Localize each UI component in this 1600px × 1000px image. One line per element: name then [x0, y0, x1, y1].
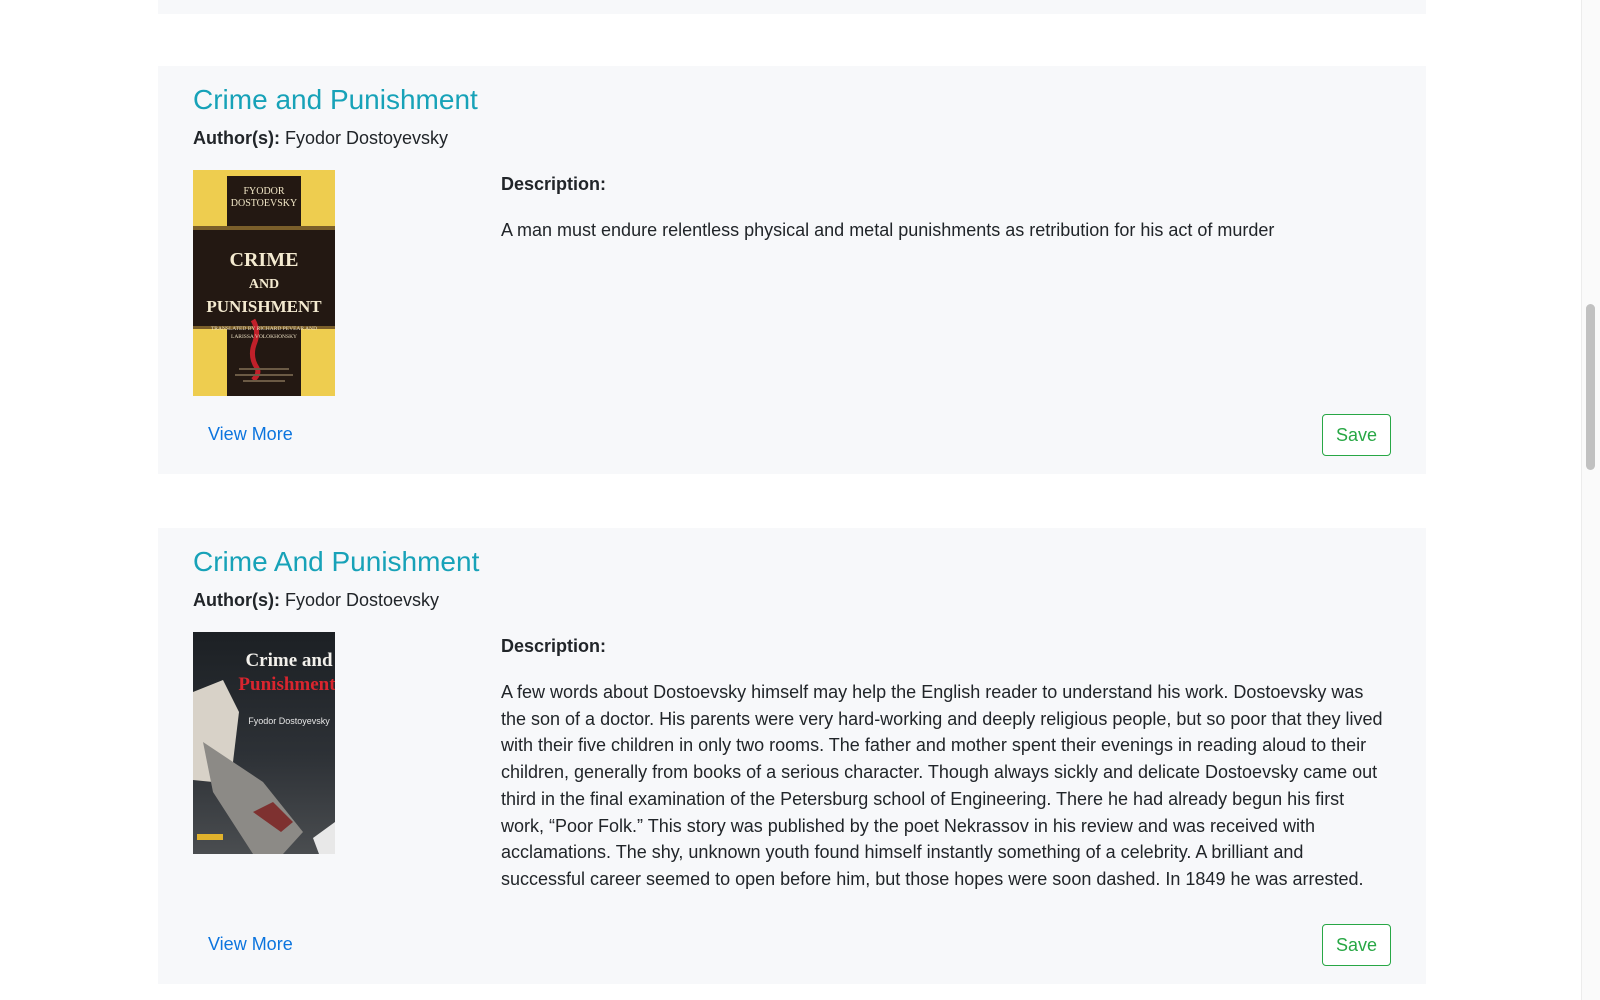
author-label: Author(s): — [193, 128, 280, 148]
description-block: Description: A man must endure relentles… — [501, 170, 1383, 244]
cover-credit-text: LARISSA VOLOKHONSKY — [231, 334, 297, 340]
description-label: Description: — [501, 174, 607, 194]
scrollbar-thumb[interactable] — [1586, 304, 1595, 470]
cover-credit-text: TRANSLATED BY RICHARD PEVEAR AND — [211, 326, 317, 332]
view-more-link[interactable]: View More — [208, 424, 293, 445]
book-title: Crime and Punishment — [193, 84, 478, 115]
cover-author-text: Fyodor Dostoyevsky — [248, 716, 330, 726]
cover-author-text: FYODOR — [243, 186, 284, 197]
book-cover-image: FYODOR DOSTOEVSKY CRIME AND PUNISHMENT T… — [193, 170, 335, 396]
save-button[interactable]: Save — [1322, 414, 1391, 456]
author-name: Fyodor Dostoevsky — [285, 590, 440, 610]
cover-title-text: PUNISHMENT — [206, 297, 322, 316]
cover-title-text: AND — [249, 277, 279, 292]
author-name: Fyodor Dostoyevsky — [285, 128, 449, 148]
description-text: A few words about Dostoevsky himself may… — [501, 682, 1383, 889]
save-button[interactable]: Save — [1322, 924, 1391, 966]
cover-title-text: CRIME — [230, 249, 299, 271]
book-card: Crime and Punishment Author(s): Fyodor D… — [158, 66, 1426, 474]
author-line: Author(s): Fyodor Dostoyevsky — [193, 128, 448, 149]
author-label: Author(s): — [193, 590, 280, 610]
author-line: Author(s): Fyodor Dostoevsky — [193, 590, 439, 611]
vertical-scrollbar[interactable] — [1581, 0, 1600, 1000]
book-card: Crime And Punishment Author(s): Fyodor D… — [158, 528, 1426, 984]
previous-book-card — [158, 0, 1426, 14]
cover-author-text: DOSTOEVSKY — [231, 198, 298, 209]
book-title: Crime And Punishment — [193, 546, 480, 577]
search-results-page: Crime and Punishment Author(s): Fyodor D… — [0, 0, 1600, 1000]
cover-title-text: Crime and — [245, 650, 333, 671]
description-label: Description: — [501, 636, 607, 656]
description-text: A man must endure relentless physical an… — [501, 220, 1275, 240]
view-more-link[interactable]: View More — [208, 934, 293, 955]
cover-title-text: Punishment — [238, 674, 335, 695]
book-cover-image: Crime and Punishment Fyodor Dostoyevsky — [193, 632, 335, 854]
description-block: Description: A few words about Dostoevsk… — [501, 632, 1383, 893]
